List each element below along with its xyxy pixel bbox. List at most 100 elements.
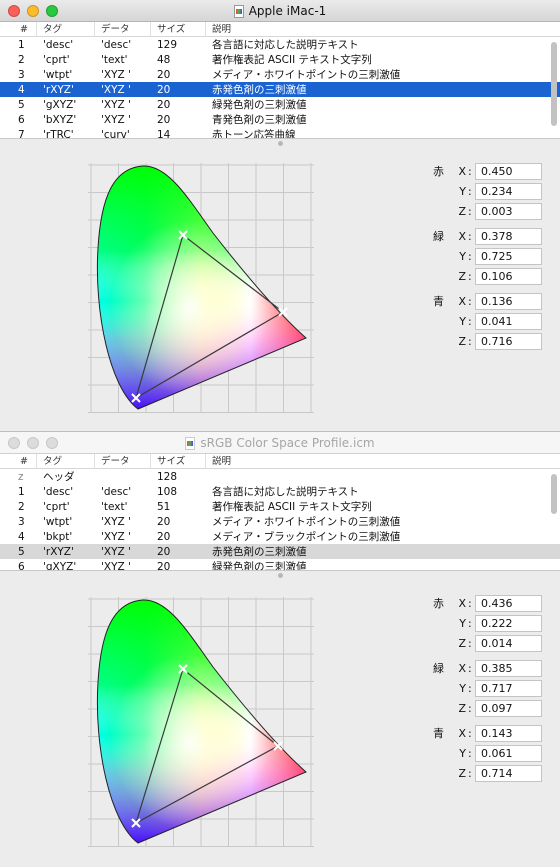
row-number: 5 [18, 98, 25, 111]
close-button[interactable] [8, 5, 20, 17]
column-header-data[interactable]: データ [95, 22, 151, 37]
primary-blue-x-row: 青 X:0.143 [420, 723, 545, 743]
table-row[interactable]: 2 'cprt' 'text' 51 著作権表記 ASCII テキスト文字列 [0, 499, 560, 514]
row-number: 6 [18, 113, 25, 126]
row-data-type: 'XYZ ' [101, 530, 131, 543]
row-data-type: 'text' [101, 53, 128, 66]
column-header-size[interactable]: サイズ [151, 22, 206, 37]
column-header-data[interactable]: データ [95, 454, 151, 469]
row-tag: ヘッダ [43, 471, 75, 483]
primary-red-x-field[interactable]: 0.450 [475, 162, 542, 180]
primary-blue-z-field[interactable]: 0.716 [475, 332, 542, 350]
row-number: z [18, 470, 24, 483]
profile-window-srgb: sRGB Color Space Profile.icm # タグ データ サイ… [0, 432, 560, 867]
zoom-button[interactable] [46, 5, 58, 17]
primary-red-y-field[interactable]: 0.222 [475, 614, 542, 632]
split-view-divider[interactable] [0, 571, 560, 579]
column-header-number[interactable]: # [0, 454, 37, 469]
column-header-tag[interactable]: タグ [37, 22, 95, 37]
primary-red-z-field[interactable]: 0.003 [475, 202, 542, 220]
primary-green-z-field[interactable]: 0.106 [475, 267, 542, 285]
primary-blue-x-field[interactable]: 0.143 [475, 724, 542, 742]
title-bar[interactable]: Apple iMac-1 [0, 0, 560, 22]
row-data-type: 'XYZ ' [101, 560, 131, 571]
column-header-description[interactable]: 説明 [206, 454, 536, 469]
primary-blue-z-row: Z:0.714 [420, 763, 545, 783]
primary-green-z-row: Z:0.106 [420, 266, 545, 286]
row-description: メディア・ホワイトポイントの三刺激値 [212, 69, 401, 81]
table-row[interactable]: 4 'bkpt' 'XYZ ' 20 メディア・ブラックポイントの三刺激値 [0, 529, 560, 544]
primary-green-z-field[interactable]: 0.097 [475, 699, 542, 717]
row-description: 緑発色剤の三刺激値 [212, 99, 307, 111]
axis-label: Z [458, 204, 466, 218]
row-number: 4 [18, 530, 25, 543]
zoom-button[interactable] [46, 437, 58, 449]
primary-red-z-field[interactable]: 0.014 [475, 634, 542, 652]
separator: : [468, 269, 472, 283]
table-header: # タグ データ サイズ 説明 [0, 454, 560, 469]
table-row[interactable]: z ヘッダ 128 [0, 469, 560, 484]
primary-red-y-field[interactable]: 0.234 [475, 182, 542, 200]
column-header-description[interactable]: 説明 [206, 22, 536, 37]
table-row[interactable]: 1 'desc' 'desc' 129 各言語に対応した説明テキスト [0, 37, 560, 52]
row-data-type: 'XYZ ' [101, 68, 131, 81]
minimize-button[interactable] [27, 437, 39, 449]
row-number: 7 [18, 128, 25, 139]
row-tag: 'rXYZ' [43, 545, 74, 558]
scrollbar-thumb[interactable] [551, 42, 557, 126]
table-header: # タグ データ サイズ 説明 [0, 22, 560, 37]
close-button[interactable] [8, 437, 20, 449]
axis-label: Z [458, 334, 466, 348]
primary-blue-z-field[interactable]: 0.714 [475, 764, 542, 782]
tag-table: # タグ データ サイズ 説明 z ヘッダ 128 1 'desc' 'desc' 108 各… [0, 454, 560, 571]
primary-blue-y-field[interactable]: 0.041 [475, 312, 542, 330]
axis-label: X [458, 294, 466, 308]
row-description: 青発色剤の三刺激値 [212, 114, 307, 126]
primary-red-y-row: Y:0.222 [420, 613, 545, 633]
table-row[interactable]: 1 'desc' 'desc' 108 各言語に対応した説明テキスト [0, 484, 560, 499]
row-description: メディア・ブラックポイントの三刺激値 [212, 531, 401, 543]
column-header-size[interactable]: サイズ [151, 454, 206, 469]
split-view-divider[interactable] [0, 139, 560, 147]
table-row[interactable]: 4 'rXYZ' 'XYZ ' 20 赤発色剤の三刺激値 [0, 82, 560, 97]
table-row[interactable]: 5 'rXYZ' 'XYZ ' 20 赤発色剤の三刺激値 [0, 544, 560, 559]
primary-blue-x-field[interactable]: 0.136 [475, 292, 542, 310]
table-row[interactable]: 6 'bXYZ' 'XYZ ' 20 青発色剤の三刺激値 [0, 112, 560, 127]
profile-window-apple-imac: Apple iMac-1 # タグ データ サイズ 説明 1 'desc' 'des… [0, 0, 560, 432]
separator: : [468, 184, 472, 198]
primary-green-y-field[interactable]: 0.725 [475, 247, 542, 265]
primary-green-y-field[interactable]: 0.717 [475, 679, 542, 697]
column-header-tag[interactable]: タグ [37, 454, 95, 469]
primary-green-x-field[interactable]: 0.378 [475, 227, 542, 245]
table-row[interactable]: 6 'gXYZ' 'XYZ ' 20 緑発色剤の三刺激値 [0, 559, 560, 571]
primary-green-x-field[interactable]: 0.385 [475, 659, 542, 677]
cie-chromaticity-diagram [88, 597, 314, 847]
primaries-panel: 赤 X:0.436 Y:0.222 Z:0.014 緑 X:0.385 Y:0.717 Z:0… [420, 593, 545, 783]
table-row[interactable]: 3 'wtpt' 'XYZ ' 20 メディア・ホワイトポイントの三刺激値 [0, 514, 560, 529]
separator: : [468, 249, 472, 263]
minimize-button[interactable] [27, 5, 39, 17]
title-bar[interactable]: sRGB Color Space Profile.icm [0, 432, 560, 454]
document-icon [233, 4, 244, 18]
row-tag: 'bXYZ' [43, 113, 77, 126]
axis-label: Z [458, 269, 466, 283]
row-description: メディア・ホワイトポイントの三刺激値 [212, 516, 401, 528]
table-row[interactable]: 5 'gXYZ' 'XYZ ' 20 緑発色剤の三刺激値 [0, 97, 560, 112]
primary-red-x-row: 赤 X:0.450 [420, 161, 545, 181]
column-header-number[interactable]: # [0, 22, 37, 37]
row-size: 20 [157, 560, 171, 571]
separator: : [468, 766, 472, 780]
row-data-type: 'XYZ ' [101, 515, 131, 528]
window-title: sRGB Color Space Profile.icm [200, 436, 375, 450]
table-row[interactable]: 7 'rTRC' 'curv' 14 赤トーン応答曲線 [0, 127, 560, 139]
table-row[interactable]: 2 'cprt' 'text' 48 著作権表記 ASCII テキスト文字列 [0, 52, 560, 67]
row-size: 14 [157, 128, 171, 139]
scrollbar-thumb[interactable] [551, 474, 557, 514]
primary-red-x-field[interactable]: 0.436 [475, 594, 542, 612]
primary-green-z-row: Z:0.097 [420, 698, 545, 718]
table-row[interactable]: 3 'wtpt' 'XYZ ' 20 メディア・ホワイトポイントの三刺激値 [0, 67, 560, 82]
separator: : [468, 681, 472, 695]
axis-label: X [458, 596, 466, 610]
row-size: 48 [157, 53, 171, 66]
primary-blue-y-field[interactable]: 0.061 [475, 744, 542, 762]
